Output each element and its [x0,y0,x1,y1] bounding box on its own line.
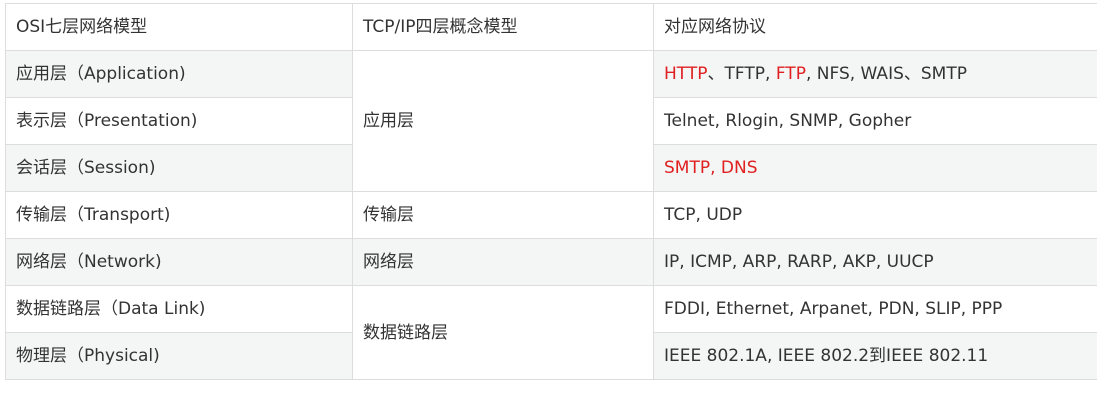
protocol-text: TCP, UDP [664,205,743,225]
osi-layer-cell: 表示层（Presentation) [5,97,353,145]
table-header-row: OSI七层网络模型 TCP/IP四层概念模型 对应网络协议 [5,3,1097,51]
header-osi-model: OSI七层网络模型 [5,3,353,51]
protocol-highlight: FTP [775,64,806,84]
tcpip-layer-cell: 应用层 [352,50,654,192]
table-row: 网络层（Network) 网络层 IP, ICMP, ARP, RARP, AK… [5,238,1097,286]
header-protocols: 对应网络协议 [653,3,1097,51]
tcpip-layer-cell: 传输层 [352,191,654,239]
tcpip-layer-cell: 数据链路层 [352,285,654,380]
osi-tcpip-table-container: OSI七层网络模型 TCP/IP四层概念模型 对应网络协议 应用层（Applic… [5,3,1097,380]
protocols-cell: SMTP, DNS [653,144,1097,192]
header-tcpip-model: TCP/IP四层概念模型 [352,3,654,51]
protocols-cell: HTTP、TFTP, FTP, NFS, WAIS、SMTP [653,50,1097,98]
osi-layer-cell: 应用层（Application) [5,50,353,98]
protocols-cell: Telnet, Rlogin, SNMP, Gopher [653,97,1097,145]
protocol-highlight: HTTP [664,64,708,84]
table-row: 数据链路层（Data Link) 数据链路层 FDDI, Ethernet, A… [5,285,1097,380]
protocol-text: 、TFTP, [707,64,776,84]
protocol-highlight: SMTP, DNS [664,158,758,178]
tcpip-layer-cell: 网络层 [352,238,654,286]
protocol-text: Telnet, Rlogin, SNMP, Gopher [664,111,912,131]
osi-layer-cell: 物理层（Physical) [5,332,353,380]
osi-tcpip-protocol-table: OSI七层网络模型 TCP/IP四层概念模型 对应网络协议 应用层（Applic… [5,3,1097,380]
protocols-cell: IP, ICMP, ARP, RARP, AKP, UUCP [653,238,1097,286]
protocols-cell: TCP, UDP [653,191,1097,239]
protocols-cell: FDDI, Ethernet, Arpanet, PDN, SLIP, PPP [653,285,1097,333]
protocol-text: IP, ICMP, ARP, RARP, AKP, UUCP [664,252,934,272]
table-row: 传输层（Transport) 传输层 TCP, UDP [5,191,1097,239]
protocol-text: IEEE 802.1A, IEEE 802.2到IEEE 802.11 [664,346,989,366]
protocol-text: , NFS, WAIS、SMTP [805,64,967,84]
protocol-text: FDDI, Ethernet, Arpanet, PDN, SLIP, PPP [664,299,1003,319]
osi-layer-cell: 会话层（Session) [5,144,353,192]
osi-layer-cell: 数据链路层（Data Link) [5,285,353,333]
table-row: 应用层（Application) 应用层 HTTP、TFTP, FTP, NFS… [5,50,1097,192]
osi-layer-cell: 传输层（Transport) [5,191,353,239]
osi-layer-cell: 网络层（Network) [5,238,353,286]
protocols-cell: IEEE 802.1A, IEEE 802.2到IEEE 802.11 [653,332,1097,380]
